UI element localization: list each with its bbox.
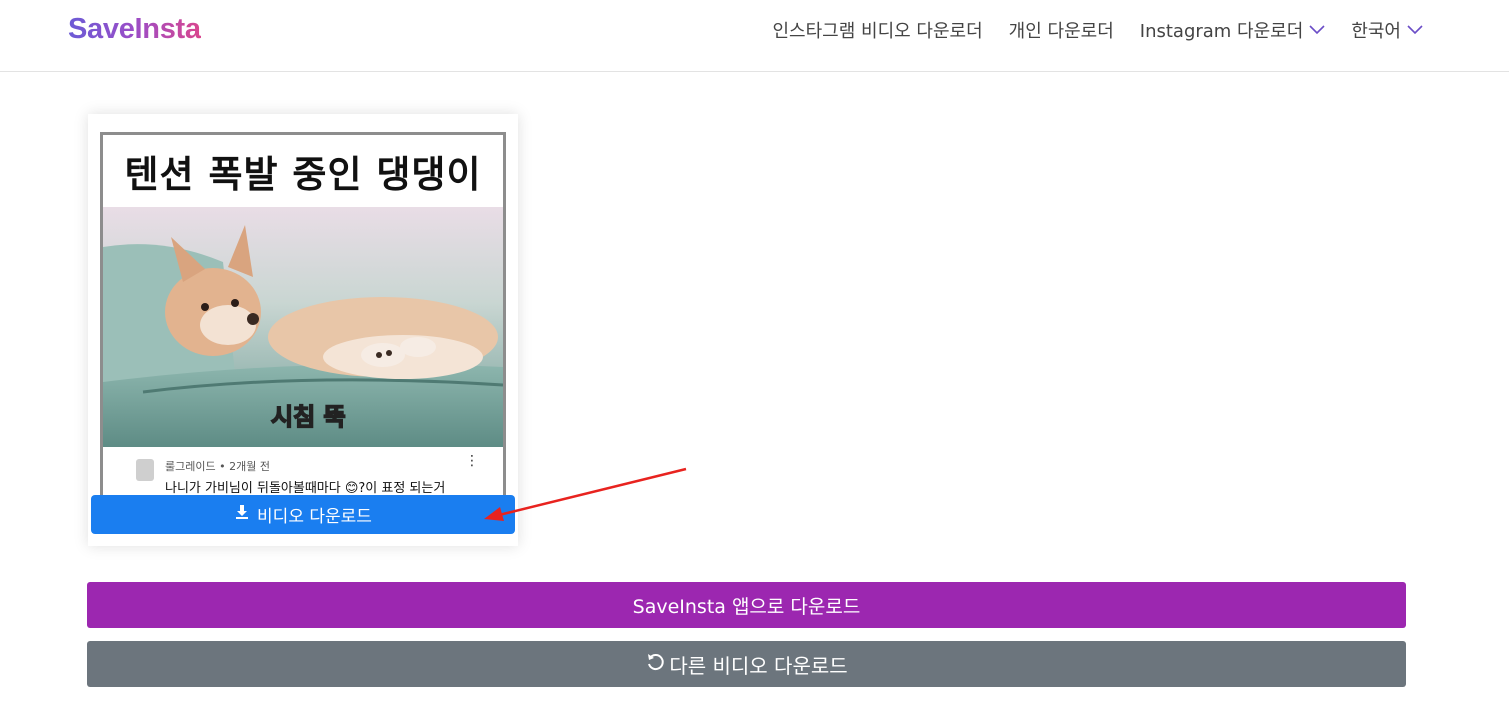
- main-nav: 인스타그램 비디오 다운로더 개인 다운로더 Instagram 다운로더 한국…: [773, 17, 1424, 43]
- download-icon: [234, 504, 250, 525]
- refresh-icon: [645, 652, 665, 677]
- nav-item-private-downloader[interactable]: 개인 다운로더: [1009, 17, 1114, 43]
- download-video-label: 비디오 다운로드: [257, 507, 372, 527]
- nav-item-label: Instagram 다운로더: [1139, 21, 1304, 42]
- caption-text: 나니가 가비님이 뒤돌아볼때마다 😊?이 표정 되는거: [165, 481, 446, 496]
- chevron-down-icon: [1309, 19, 1325, 40]
- caption-meta: 룰그레이드 • 2개월 전: [165, 460, 270, 473]
- avatar: [136, 459, 154, 481]
- nav-item-label: 인스타그램 비디오 다운로더: [772, 21, 983, 42]
- more-options-icon: ⋮: [465, 453, 479, 469]
- nav-item-label: 한국어: [1351, 21, 1401, 42]
- video-caption: 룰그레이드 • 2개월 전 ⋮ 나니가 가비님이 뒤돌아볼때마다 😊?이 표정 …: [103, 451, 503, 496]
- video-preview-card: 텐션 폭발 중인 댕댕이 시침 뚝 룰그레이드 • 2개월 전 ⋮ 나니가 가비…: [88, 114, 518, 546]
- app-download-button[interactable]: SaveInsta 앱으로 다운로드: [87, 582, 1406, 628]
- download-other-video-label: 다른 비디오 다운로드: [669, 653, 848, 678]
- video-overlay-text: 시침 뚝: [270, 397, 346, 432]
- nav-item-video-downloader[interactable]: 인스타그램 비디오 다운로더: [773, 17, 983, 43]
- nav-item-instagram-downloader[interactable]: Instagram 다운로더: [1140, 17, 1326, 43]
- video-thumbnail[interactable]: 텐션 폭발 중인 댕댕이 시침 뚝 룰그레이드 • 2개월 전 ⋮ 나니가 가비…: [100, 132, 506, 496]
- nav-item-language[interactable]: 한국어: [1351, 17, 1423, 43]
- overlay-text: 시침 뚝: [270, 402, 346, 432]
- app-download-label: SaveInsta 앱으로 다운로드: [632, 595, 861, 618]
- download-video-button[interactable]: 비디오 다운로드: [91, 495, 515, 534]
- site-header: SaveInsta 인스타그램 비디오 다운로더 개인 다운로더 Instagr…: [0, 0, 1509, 72]
- download-other-video-button[interactable]: 다른 비디오 다운로드: [87, 641, 1406, 687]
- nav-item-label: 개인 다운로더: [1008, 21, 1114, 42]
- site-logo[interactable]: SaveInsta: [68, 13, 201, 46]
- chevron-down-icon: [1407, 19, 1423, 40]
- thumbnail-title: 텐션 폭발 중인 댕댕이: [124, 153, 482, 196]
